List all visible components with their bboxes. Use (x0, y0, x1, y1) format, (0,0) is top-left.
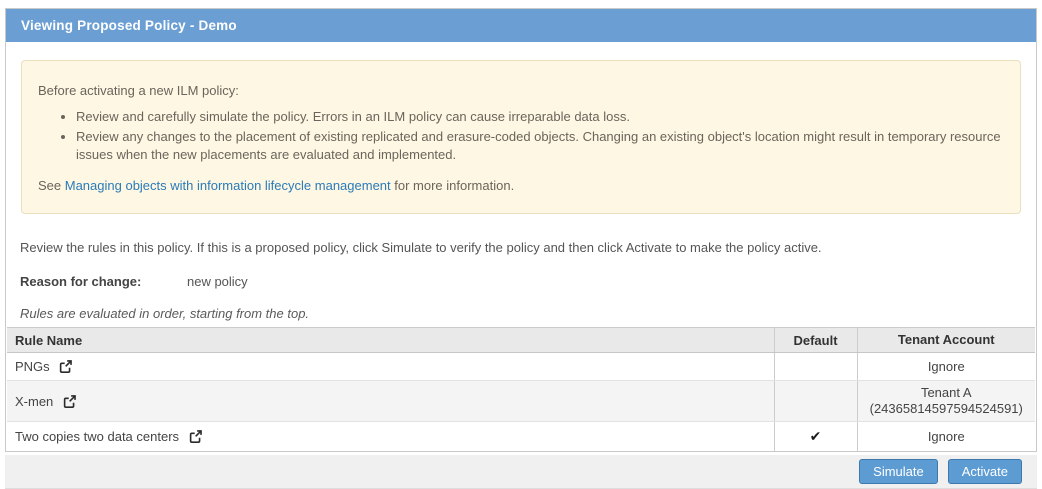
rule-name-cell: Two copies two data centers (7, 422, 774, 452)
action-button-bar: Simulate Activate (5, 455, 1037, 489)
table-row: PNGs Ignore (7, 353, 1035, 381)
review-instructions-text: Review the rules in this policy. If this… (20, 240, 1022, 255)
rule-name-cell: X-men (7, 381, 774, 422)
notice-bullet-item: Review any changes to the placement of e… (76, 128, 1004, 164)
default-cell (774, 353, 857, 381)
default-cell: ✔ (774, 422, 857, 452)
reason-value: new policy (187, 274, 248, 289)
rule-name-text: X-men (15, 394, 53, 409)
see-suffix-text: for more information. (391, 178, 515, 193)
external-link-icon[interactable] (189, 430, 202, 443)
tenant-account-cell: Tenant A (24365814597594524591) (857, 381, 1035, 422)
table-header-row: Rule Name Default Tenant Account (7, 328, 1035, 353)
see-prefix-text: See (38, 178, 65, 193)
external-link-icon[interactable] (63, 395, 76, 408)
column-header-rule-name: Rule Name (7, 328, 774, 353)
reason-for-change-row: Reason for change: new policy (20, 274, 1022, 289)
ilm-docs-link[interactable]: Managing objects with information lifecy… (65, 178, 391, 193)
reason-label: Reason for change: (20, 274, 141, 289)
table-row: X-men Tenant A (24365814597594524591) (7, 381, 1035, 422)
column-header-default: Default (774, 328, 857, 353)
notice-bullet-item: Review and carefully simulate the policy… (76, 108, 1004, 126)
ilm-warning-notice: Before activating a new ILM policy: Revi… (21, 60, 1021, 214)
column-header-tenant-account: Tenant Account (857, 328, 1035, 353)
policy-rules-table: Rule Name Default Tenant Account PNGs Ig… (7, 327, 1035, 451)
rule-name-text: PNGs (15, 359, 50, 374)
tenant-account-cell: Ignore (857, 422, 1035, 452)
notice-bullet-list: Review and carefully simulate the policy… (38, 108, 1004, 164)
default-checkmark: ✔ (810, 428, 822, 444)
table-row: Two copies two data centers ✔ Ignore (7, 422, 1035, 452)
notice-see-line: See Managing objects with information li… (38, 178, 1004, 193)
rule-name-cell: PNGs (7, 353, 774, 381)
panel-title: Viewing Proposed Policy - Demo (6, 9, 1036, 42)
external-link-icon[interactable] (59, 360, 72, 373)
notice-intro-text: Before activating a new ILM policy: (38, 83, 1004, 98)
tenant-account-cell: Ignore (857, 353, 1035, 381)
rules-evaluation-note: Rules are evaluated in order, starting f… (20, 306, 1022, 321)
simulate-button[interactable]: Simulate (859, 459, 938, 484)
rule-name-text: Two copies two data centers (15, 429, 179, 444)
default-cell (774, 381, 857, 422)
policy-panel: Viewing Proposed Policy - Demo Before ac… (5, 8, 1037, 452)
activate-button[interactable]: Activate (948, 459, 1022, 484)
